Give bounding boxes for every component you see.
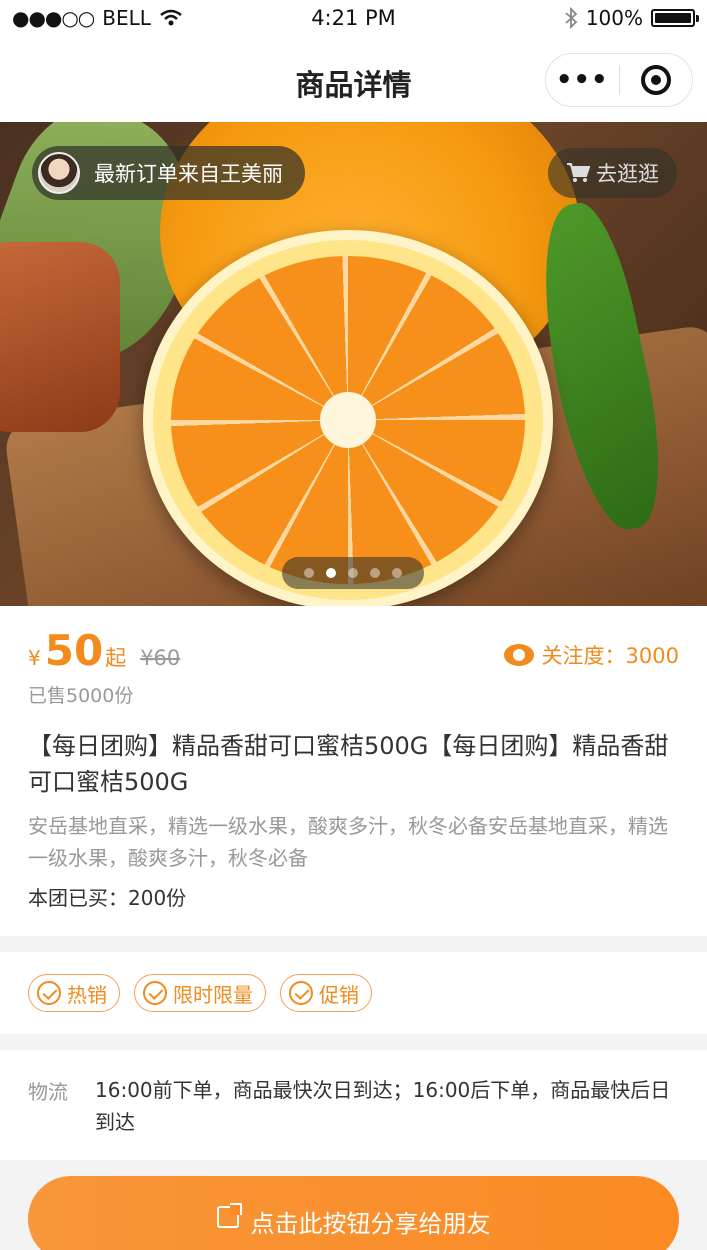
bluetooth-icon <box>565 7 578 29</box>
focus-count: 关注度：3000 <box>503 640 679 670</box>
currency-symbol: ¥ <box>28 646 41 670</box>
price-row: ¥ 50 起 ¥60 <box>28 626 180 675</box>
carousel-dot[interactable] <box>304 568 314 578</box>
juicer-image <box>0 242 120 432</box>
tag-promotion: 促销 <box>280 974 372 1012</box>
tag-label: 限时限量 <box>173 982 253 1007</box>
product-banner[interactable]: 最新订单来自王美丽 去逛逛 <box>0 122 707 606</box>
sold-count: 已售5000份 <box>28 685 134 707</box>
battery-percent: 100% <box>585 6 643 30</box>
latest-order-text: 最新订单来自王美丽 <box>94 162 283 186</box>
share-button-label: 点击此按钮分享给朋友 <box>250 1210 491 1238</box>
carousel-dot[interactable] <box>326 568 336 578</box>
carousel-dot[interactable] <box>348 568 358 578</box>
tag-hot-sale: 热销 <box>28 974 120 1012</box>
carousel-dot[interactable] <box>370 568 380 578</box>
navigation-bar: 商品详情 ••• <box>0 36 707 122</box>
status-bar: ●●●○○ BELL 4:21 PM 100% <box>0 0 707 36</box>
check-circle-icon <box>143 981 167 1005</box>
price-suffix: 起 <box>105 646 127 670</box>
logistics-text: 16:00前下单，商品最快次日到达；16:00后下单，商品最快后日到达 <box>95 1078 671 1134</box>
browse-shop-label: 去逛逛 <box>596 162 659 186</box>
logistics-label: 物流 <box>28 1080 68 1104</box>
tag-limited: 限时限量 <box>134 974 266 1012</box>
carousel-dot[interactable] <box>392 568 402 578</box>
share-icon <box>216 1203 242 1228</box>
focus-label: 关注度：3000 <box>541 644 679 668</box>
cart-icon <box>567 163 590 182</box>
carousel-indicator[interactable] <box>282 557 424 589</box>
more-dots-icon[interactable]: ••• <box>546 53 619 107</box>
group-bought-count: 本团已买：200份 <box>28 886 187 910</box>
product-tags: 热销 限时限量 促销 <box>0 952 707 1034</box>
battery-icon <box>651 9 699 27</box>
product-title: 【每日团购】精品香甜可口蜜桔500G【每日团购】精品香甜可口蜜桔500G <box>28 732 669 796</box>
close-target-button[interactable] <box>620 65 693 95</box>
avatar <box>38 152 80 194</box>
tag-label: 热销 <box>67 982 107 1007</box>
mini-program-capsule: ••• <box>545 53 693 107</box>
current-price: 50 <box>44 626 104 675</box>
logistics-section: 物流 16:00前下单，商品最快次日到达；16:00后下单，商品最快后日到达 <box>0 1050 707 1160</box>
original-price: ¥60 <box>140 646 181 670</box>
target-icon <box>640 65 671 95</box>
product-description: 安岳基地直采，精选一级水果，酸爽多汁，秋冬必备安岳基地直采，精选一级水果，酸爽多… <box>28 814 668 870</box>
latest-order-notice[interactable]: 最新订单来自王美丽 <box>32 146 305 200</box>
check-circle-icon <box>37 981 61 1005</box>
share-button[interactable]: 点击此按钮分享给朋友 <box>28 1176 679 1250</box>
status-right: 100% <box>564 6 699 30</box>
orange-slice-image <box>143 230 553 606</box>
tag-label: 促销 <box>319 982 359 1007</box>
browse-shop-button[interactable]: 去逛逛 <box>548 148 677 198</box>
eye-icon <box>503 644 534 666</box>
product-info-card: ¥ 50 起 ¥60 关注度：3000 已售5000份 【每日团购】精品香甜可口… <box>0 606 707 936</box>
check-circle-icon <box>289 981 313 1005</box>
